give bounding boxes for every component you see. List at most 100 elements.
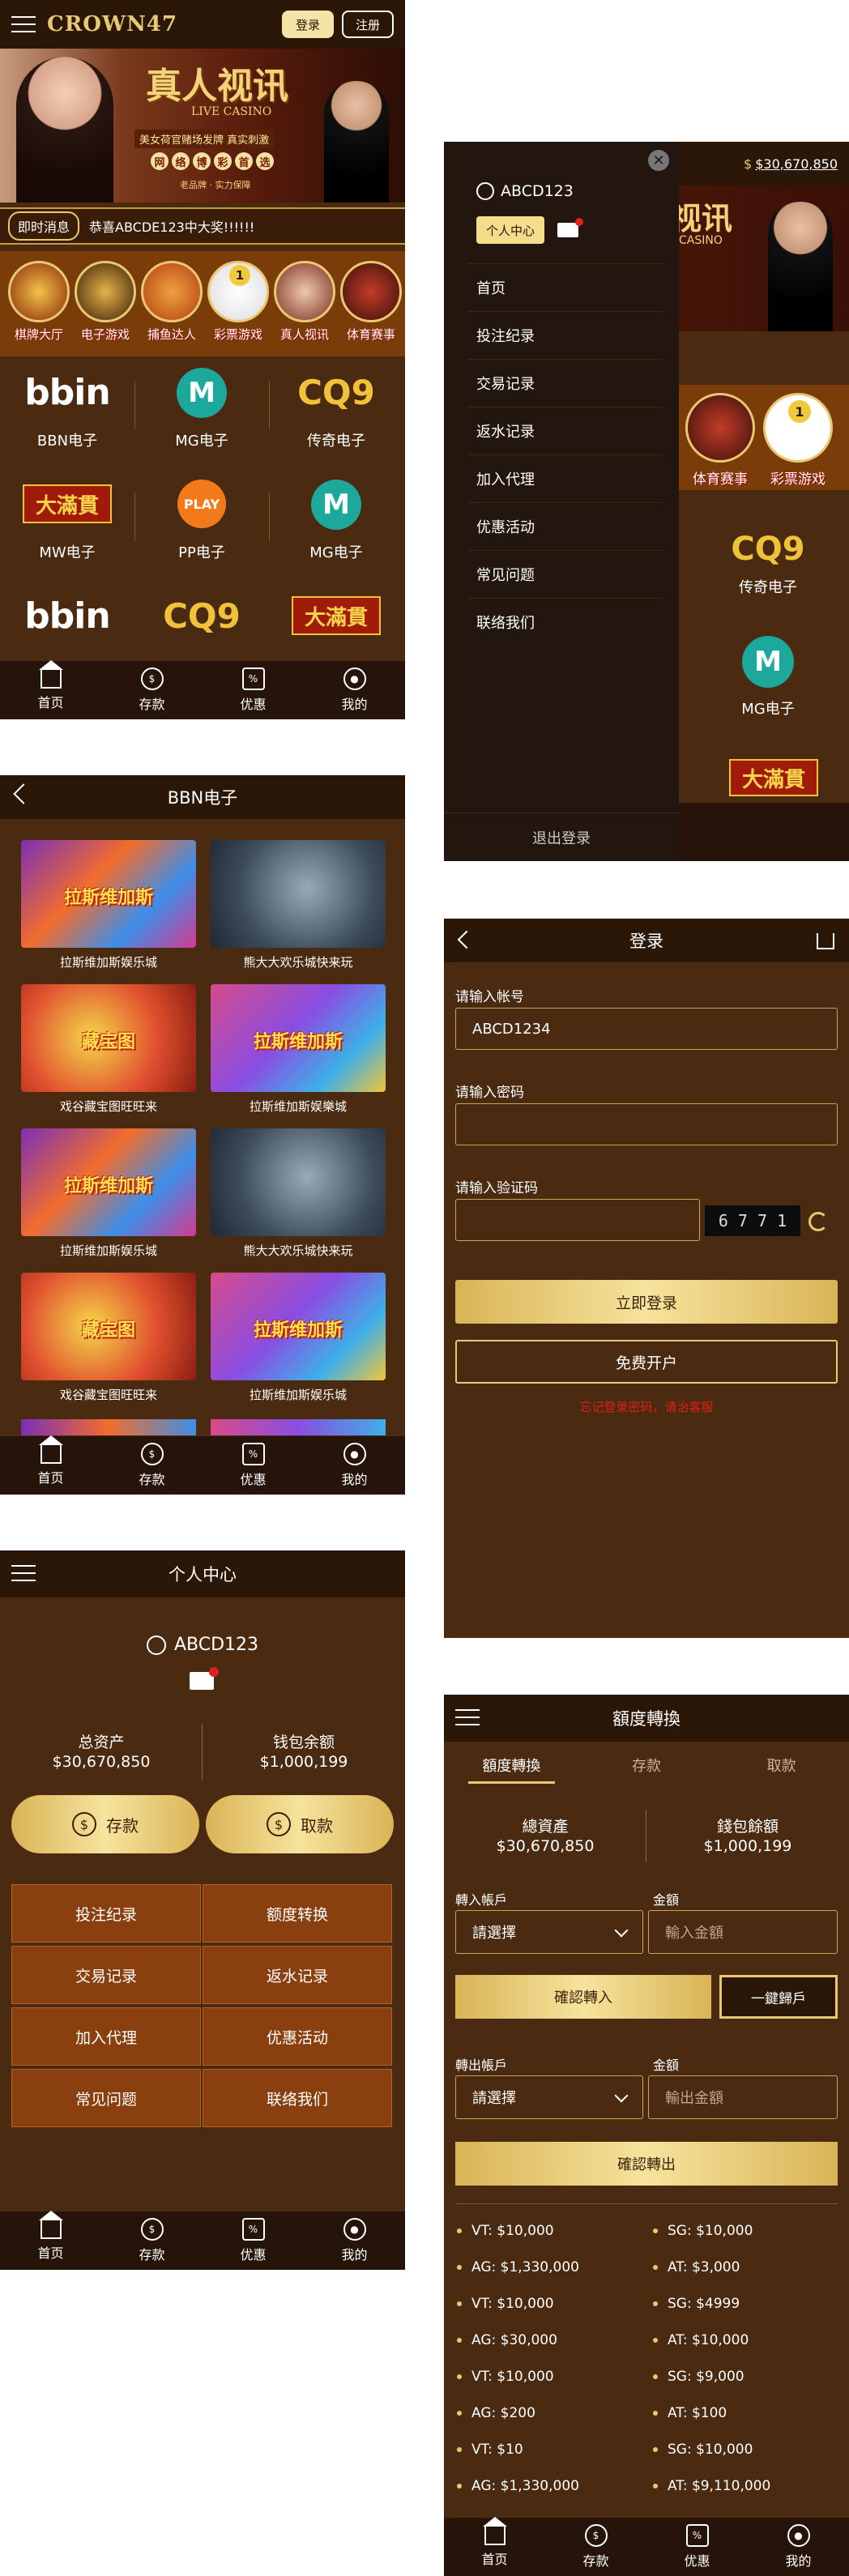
account-input[interactable]: ABCD1234: [455, 1008, 838, 1050]
personal-center-button[interactable]: 个人中心: [476, 216, 544, 244]
confirm-out-button[interactable]: 確認轉出: [455, 2142, 838, 2186]
bg-game-cq9[interactable]: CQ9 传奇电子: [719, 531, 817, 597]
menu-icon[interactable]: [11, 1565, 36, 1581]
tab-mine[interactable]: ● 我的: [304, 2211, 405, 2270]
free-register-button[interactable]: 免费开户: [455, 1340, 838, 1384]
game-thumbnail[interactable]: 藏宝图: [21, 1273, 196, 1380]
user-icon: [476, 182, 494, 200]
drawer-item[interactable]: 交易记录: [468, 359, 663, 407]
password-input[interactable]: [455, 1103, 838, 1145]
game-tile[interactable]: 大滿貫 MW电子: [6, 476, 135, 580]
game-thumbnail[interactable]: [211, 840, 386, 948]
pc-menu-item[interactable]: 投注纪录: [11, 1884, 201, 1943]
drawer-item[interactable]: 优惠活动: [468, 502, 663, 550]
bg-game-mg[interactable]: M MG电子: [719, 636, 817, 719]
category-0[interactable]: [8, 261, 70, 322]
category-5[interactable]: [340, 261, 402, 322]
back-icon[interactable]: [457, 930, 476, 949]
pc-menu-item[interactable]: 常见问题: [11, 2069, 201, 2127]
captcha-input[interactable]: [455, 1199, 700, 1241]
tab-mine[interactable]: ● 我的: [304, 661, 405, 719]
tab-promo[interactable]: % 优惠: [203, 1436, 304, 1495]
back-icon[interactable]: [13, 783, 34, 804]
game-thumbnail[interactable]: 藏宝图: [21, 984, 196, 1092]
mail-icon[interactable]: [557, 218, 583, 237]
game-thumbnail[interactable]: 拉斯维加斯: [211, 984, 386, 1092]
pc-menu-item[interactable]: 交易记录: [11, 1946, 201, 2004]
game-thumbnail[interactable]: 拉斯维加斯: [211, 1273, 386, 1380]
confirm-in-button[interactable]: 確認轉入: [455, 1975, 711, 2019]
drawer-item[interactable]: 返水记录: [468, 407, 663, 454]
tab-promo[interactable]: % 优惠: [203, 661, 304, 719]
pc-menu-item[interactable]: 返水记录: [203, 1946, 392, 2004]
refresh-icon[interactable]: [808, 1212, 828, 1231]
deposit-button[interactable]: $ 存款: [11, 1795, 199, 1853]
bg-cat-lottery[interactable]: 1: [763, 393, 833, 463]
tab-withdraw[interactable]: 取款: [714, 1742, 849, 1789]
bg-cat-sports[interactable]: [685, 393, 755, 463]
tab-home[interactable]: 首页: [0, 1435, 101, 1495]
money-bag-icon: $: [584, 2524, 608, 2547]
tab-deposit[interactable]: $ 存款: [101, 661, 203, 719]
tab-home[interactable]: 首页: [0, 660, 101, 719]
tab-deposit[interactable]: $ 存款: [101, 2211, 203, 2270]
menu-icon[interactable]: [455, 1709, 480, 1725]
game-tile[interactable]: PLAY PP电子: [141, 476, 270, 580]
header: 額度轉換: [444, 1695, 849, 1742]
pc-menu-item[interactable]: 优惠活动: [203, 2007, 392, 2066]
category-2[interactable]: [141, 261, 203, 322]
game-caption: 拉斯维加斯娱樂城: [249, 1099, 347, 1114]
tab-mine[interactable]: ● 我的: [748, 2518, 849, 2576]
gift-icon: %: [685, 2524, 709, 2547]
bg-banner-title: 视讯: [671, 200, 733, 237]
game-tile[interactable]: M MG电子: [275, 476, 397, 580]
tab-deposit[interactable]: $ 存款: [101, 1436, 203, 1495]
category-1[interactable]: [75, 261, 136, 322]
game-thumbnail[interactable]: 拉斯维加斯: [21, 840, 196, 948]
game-label: MG电子: [175, 433, 228, 450]
tab-home[interactable]: 首页: [444, 2517, 545, 2576]
banner-woman-right: [324, 81, 389, 203]
forgot-password-link[interactable]: 忘记登录密码，请治客服: [444, 1398, 849, 1415]
logout-button[interactable]: 退出登录: [444, 812, 679, 861]
one-click-collect-button[interactable]: 一鍵歸戶: [719, 1975, 838, 2019]
game-thumbnail[interactable]: 拉斯维加斯: [21, 1128, 196, 1236]
game-tile[interactable]: M MG电子: [141, 365, 270, 468]
tab-home[interactable]: 首页: [0, 2211, 101, 2270]
close-icon[interactable]: ✕: [648, 150, 669, 171]
drawer-item[interactable]: 投注纪录: [468, 311, 663, 359]
tab-mine[interactable]: ● 我的: [304, 1436, 405, 1495]
tab-transfer[interactable]: 額度轉換: [444, 1742, 579, 1789]
login-submit-button[interactable]: 立即登录: [455, 1280, 838, 1324]
category-4[interactable]: [274, 261, 335, 322]
drawer-item[interactable]: 加入代理: [468, 454, 663, 502]
tab-deposit[interactable]: $ 存款: [545, 2518, 646, 2576]
drawer-item[interactable]: 首页: [468, 263, 663, 311]
register-button[interactable]: 注册: [342, 11, 394, 38]
category-3[interactable]: 1: [207, 261, 269, 322]
tab-promo[interactable]: % 优惠: [646, 2518, 748, 2576]
out-account-select[interactable]: 請選擇: [455, 2075, 643, 2119]
in-account-select[interactable]: 請選擇: [455, 1910, 643, 1954]
balance-icon: $: [744, 156, 753, 172]
tab-promo[interactable]: % 优惠: [203, 2211, 304, 2270]
menu-icon[interactable]: [11, 16, 36, 32]
pc-menu-item[interactable]: 额度转换: [203, 1884, 392, 1943]
drawer-item[interactable]: 联络我们: [468, 598, 663, 646]
live-casino-banner[interactable]: 真人视讯 LIVE CASINO 美女荷官赌场发牌 真实刺激 网络博彩首选 老品…: [0, 49, 405, 203]
tab-deposit[interactable]: 存款: [579, 1742, 715, 1789]
game-tile[interactable]: CQ9 传奇电子: [275, 365, 397, 468]
captcha-image[interactable]: 6 7 7 1: [705, 1205, 800, 1236]
bg-game-mw[interactable]: 大滿貫: [729, 759, 818, 796]
drawer-item[interactable]: 常见问题: [468, 550, 663, 598]
out-amount-input[interactable]: 輸出金額: [648, 2075, 838, 2119]
game-thumbnail[interactable]: [211, 1128, 386, 1236]
game-tile[interactable]: bbin BBN电子: [6, 365, 135, 468]
in-amount-input[interactable]: 輸入金額: [648, 1910, 838, 1954]
withdraw-button[interactable]: $ 取款: [206, 1795, 394, 1853]
mail-icon[interactable]: [190, 1667, 219, 1690]
pc-menu-item[interactable]: 加入代理: [11, 2007, 201, 2066]
login-button[interactable]: 登录: [282, 11, 334, 38]
pc-menu-item[interactable]: 联络我们: [203, 2069, 392, 2127]
home-icon[interactable]: [817, 933, 834, 949]
